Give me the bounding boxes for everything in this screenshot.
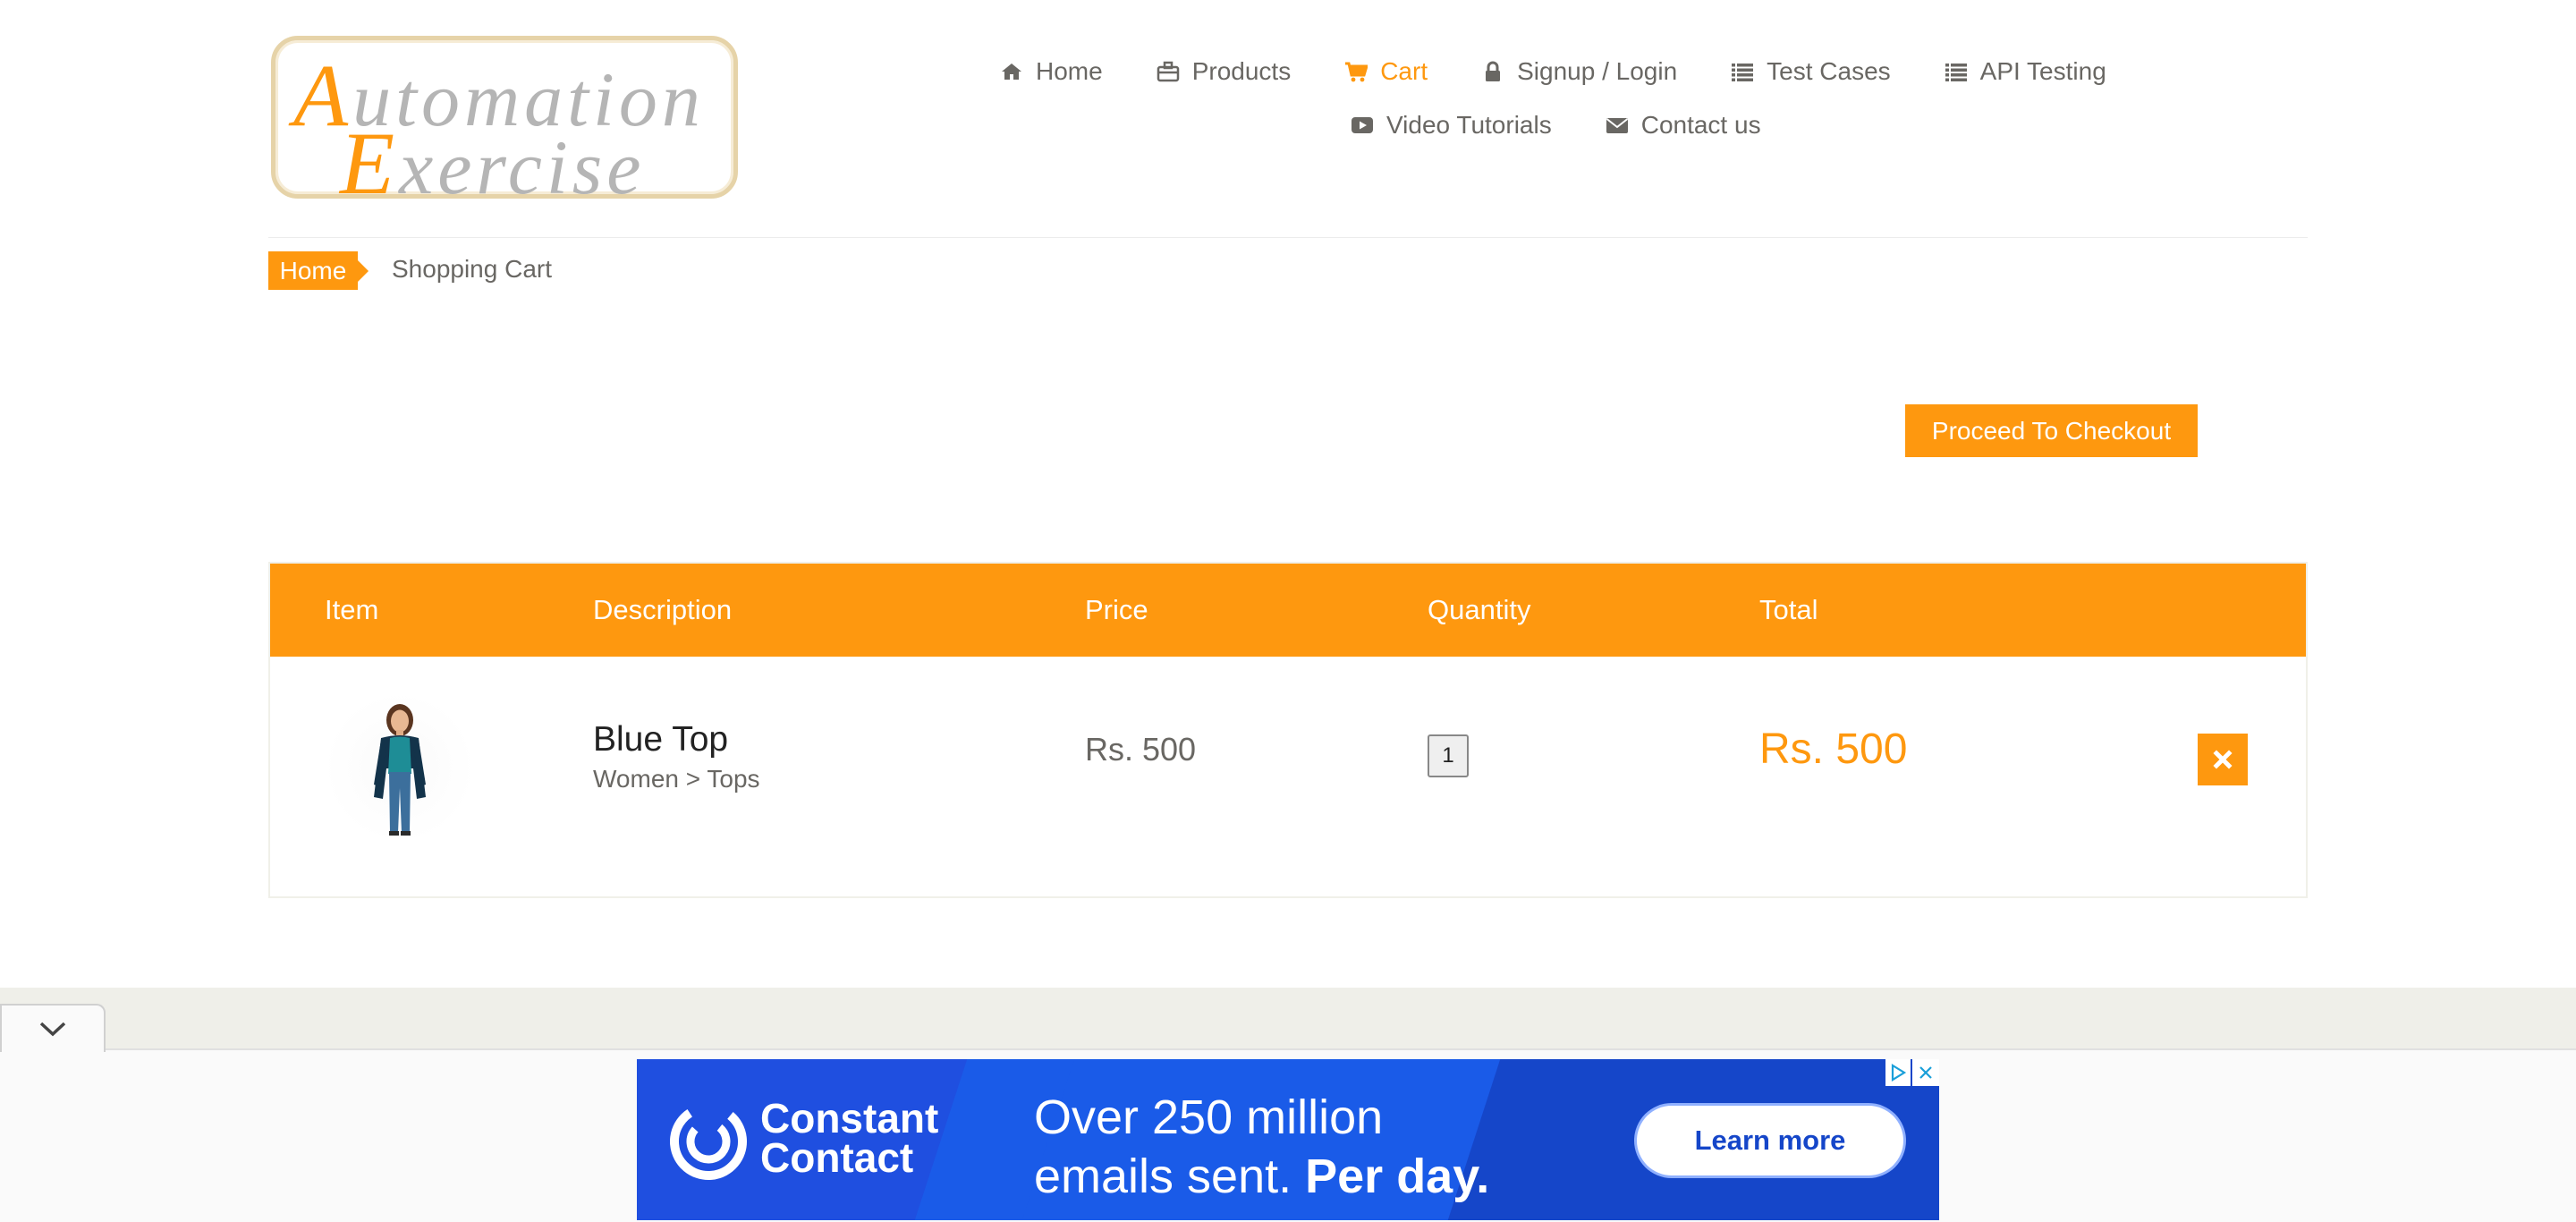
header-quantity: Quantity xyxy=(1428,594,1531,625)
ad-brand-line-2: Contact xyxy=(760,1134,914,1181)
nav-video-tutorials[interactable]: Video Tutorials xyxy=(1351,111,1552,140)
logo-line-2: Exercise xyxy=(340,114,646,213)
constant-contact-logo-icon xyxy=(669,1102,748,1181)
quantity-display[interactable]: 1 xyxy=(1428,734,1469,777)
nav-contact-us[interactable]: Contact us xyxy=(1606,111,1761,140)
nav-cart[interactable]: Cart xyxy=(1344,57,1428,86)
nav-video-tutorials-label: Video Tutorials xyxy=(1386,111,1552,139)
home-icon xyxy=(1000,60,1023,83)
product-image[interactable] xyxy=(324,692,476,844)
header-divider xyxy=(268,237,2308,238)
cart-table: Item Description Price Quantity Total Bl… xyxy=(268,562,2308,898)
product-total: Rs. 500 xyxy=(1759,726,1908,773)
ad-headline: Over 250 million emails sent. Per day. xyxy=(1034,1088,1489,1206)
briefcase-icon xyxy=(1157,60,1180,83)
header-item: Item xyxy=(325,594,379,625)
nav-signup-login[interactable]: Signup / Login xyxy=(1481,57,1677,86)
ad-brand-line-1: Constant xyxy=(760,1095,939,1141)
list-icon xyxy=(1945,60,1968,83)
delete-item-button[interactable] xyxy=(2198,734,2248,785)
nav-test-cases-label: Test Cases xyxy=(1767,57,1891,85)
ad-headline-line-2: emails sent. Per day. xyxy=(1034,1150,1490,1203)
product-category: Women > Tops xyxy=(593,765,760,793)
product-price: Rs. 500 xyxy=(1085,731,1197,768)
advertisement-banner[interactable]: Constant Contact Over 250 million emails… xyxy=(637,1059,1939,1220)
product-name-link[interactable]: Blue Top xyxy=(593,720,728,760)
nav-home-label: Home xyxy=(1036,57,1103,85)
ad-close-icon[interactable] xyxy=(1912,1059,1939,1086)
ad-learn-more-button[interactable]: Learn more xyxy=(1637,1106,1903,1175)
lock-icon xyxy=(1481,60,1504,83)
cart-icon xyxy=(1344,60,1368,83)
ad-collapse-button[interactable] xyxy=(0,1004,106,1052)
nav-products[interactable]: Products xyxy=(1157,57,1292,86)
main-nav-row-1: Home Products Cart Signup / Login Test C… xyxy=(1000,53,2106,90)
youtube-play-icon xyxy=(1351,114,1374,137)
main-nav-row-2: Video Tutorials Contact us xyxy=(1351,106,1761,144)
nav-api-testing[interactable]: API Testing xyxy=(1945,57,2106,86)
nav-test-cases[interactable]: Test Cases xyxy=(1731,57,1891,86)
chevron-down-icon xyxy=(38,1020,67,1038)
ad-headline-line-1: Over 250 million xyxy=(1034,1090,1384,1144)
nav-signup-login-label: Signup / Login xyxy=(1517,57,1678,85)
envelope-icon xyxy=(1606,114,1629,137)
nav-api-testing-label: API Testing xyxy=(1979,57,2106,85)
breadcrumb-current: Shopping Cart xyxy=(392,255,553,283)
header-total: Total xyxy=(1759,594,1818,625)
nav-home[interactable]: Home xyxy=(1000,57,1103,86)
adchoices-icon[interactable] xyxy=(1885,1059,1911,1086)
nav-contact-us-label: Contact us xyxy=(1640,111,1761,139)
proceed-to-checkout-button[interactable]: Proceed To Checkout xyxy=(1905,404,2198,457)
site-logo[interactable]: Automation Exercise xyxy=(271,36,738,213)
ad-brand-name: Constant Contact xyxy=(760,1095,939,1181)
nav-products-label: Products xyxy=(1191,57,1292,85)
cart-table-header: Item Description Price Quantity Total xyxy=(270,564,2306,657)
breadcrumb-home[interactable]: Home xyxy=(268,251,369,290)
nav-cart-label: Cart xyxy=(1380,57,1428,85)
close-icon xyxy=(2212,749,2233,770)
header-description: Description xyxy=(593,594,733,625)
header-price: Price xyxy=(1085,594,1148,625)
list-icon xyxy=(1731,60,1754,83)
